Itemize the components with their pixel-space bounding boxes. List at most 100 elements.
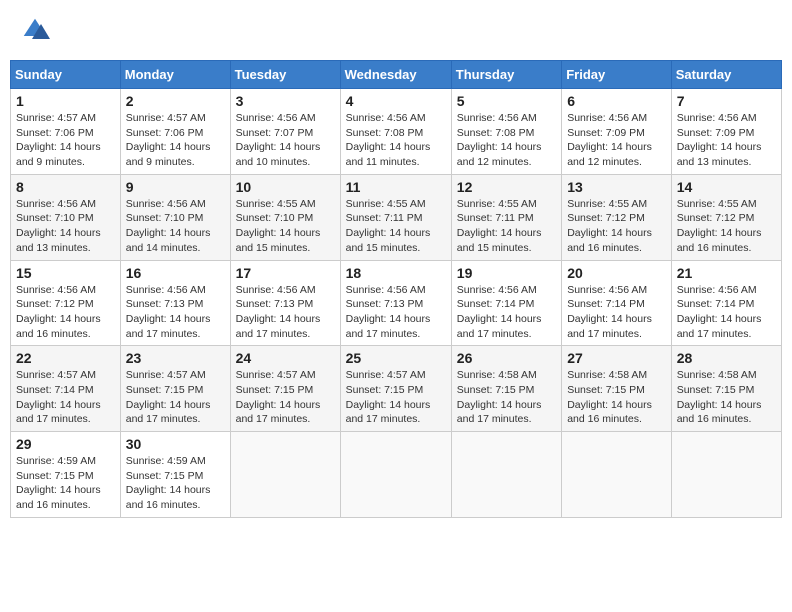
day-info: Sunrise: 4:55 AM Sunset: 7:11 PM Dayligh…: [346, 197, 446, 256]
header-saturday: Saturday: [671, 61, 781, 89]
day-info: Sunrise: 4:57 AM Sunset: 7:06 PM Dayligh…: [126, 111, 225, 170]
day-number: 2: [126, 93, 225, 109]
logo-icon: [20, 15, 50, 45]
header-tuesday: Tuesday: [230, 61, 340, 89]
calendar-cell: 2 Sunrise: 4:57 AM Sunset: 7:06 PM Dayli…: [120, 89, 230, 175]
day-number: 20: [567, 265, 666, 281]
day-info: Sunrise: 4:58 AM Sunset: 7:15 PM Dayligh…: [457, 368, 556, 427]
day-info: Sunrise: 4:55 AM Sunset: 7:12 PM Dayligh…: [677, 197, 776, 256]
day-number: 3: [236, 93, 335, 109]
calendar-cell: [562, 432, 672, 518]
header-sunday: Sunday: [11, 61, 121, 89]
calendar-cell: 26 Sunrise: 4:58 AM Sunset: 7:15 PM Dayl…: [451, 346, 561, 432]
day-info: Sunrise: 4:56 AM Sunset: 7:09 PM Dayligh…: [567, 111, 666, 170]
day-info: Sunrise: 4:59 AM Sunset: 7:15 PM Dayligh…: [126, 454, 225, 513]
calendar-cell: 5 Sunrise: 4:56 AM Sunset: 7:08 PM Dayli…: [451, 89, 561, 175]
day-info: Sunrise: 4:58 AM Sunset: 7:15 PM Dayligh…: [567, 368, 666, 427]
calendar-cell: 23 Sunrise: 4:57 AM Sunset: 7:15 PM Dayl…: [120, 346, 230, 432]
calendar-cell: 13 Sunrise: 4:55 AM Sunset: 7:12 PM Dayl…: [562, 174, 672, 260]
calendar-week-row: 1 Sunrise: 4:57 AM Sunset: 7:06 PM Dayli…: [11, 89, 782, 175]
calendar-week-row: 29 Sunrise: 4:59 AM Sunset: 7:15 PM Dayl…: [11, 432, 782, 518]
calendar-cell: 15 Sunrise: 4:56 AM Sunset: 7:12 PM Dayl…: [11, 260, 121, 346]
day-number: 8: [16, 179, 115, 195]
day-info: Sunrise: 4:55 AM Sunset: 7:12 PM Dayligh…: [567, 197, 666, 256]
day-number: 27: [567, 350, 666, 366]
calendar-cell: 18 Sunrise: 4:56 AM Sunset: 7:13 PM Dayl…: [340, 260, 451, 346]
day-info: Sunrise: 4:56 AM Sunset: 7:13 PM Dayligh…: [126, 283, 225, 342]
day-number: 10: [236, 179, 335, 195]
calendar-cell: 16 Sunrise: 4:56 AM Sunset: 7:13 PM Dayl…: [120, 260, 230, 346]
day-info: Sunrise: 4:56 AM Sunset: 7:14 PM Dayligh…: [677, 283, 776, 342]
day-number: 4: [346, 93, 446, 109]
calendar-cell: 22 Sunrise: 4:57 AM Sunset: 7:14 PM Dayl…: [11, 346, 121, 432]
day-info: Sunrise: 4:58 AM Sunset: 7:15 PM Dayligh…: [677, 368, 776, 427]
day-info: Sunrise: 4:55 AM Sunset: 7:11 PM Dayligh…: [457, 197, 556, 256]
day-number: 9: [126, 179, 225, 195]
day-number: 18: [346, 265, 446, 281]
calendar-cell: 29 Sunrise: 4:59 AM Sunset: 7:15 PM Dayl…: [11, 432, 121, 518]
day-number: 5: [457, 93, 556, 109]
calendar-cell: 20 Sunrise: 4:56 AM Sunset: 7:14 PM Dayl…: [562, 260, 672, 346]
calendar-week-row: 15 Sunrise: 4:56 AM Sunset: 7:12 PM Dayl…: [11, 260, 782, 346]
calendar-cell: 17 Sunrise: 4:56 AM Sunset: 7:13 PM Dayl…: [230, 260, 340, 346]
logo: [20, 15, 54, 45]
header-friday: Friday: [562, 61, 672, 89]
header-monday: Monday: [120, 61, 230, 89]
day-info: Sunrise: 4:56 AM Sunset: 7:09 PM Dayligh…: [677, 111, 776, 170]
header-wednesday: Wednesday: [340, 61, 451, 89]
calendar-cell: 12 Sunrise: 4:55 AM Sunset: 7:11 PM Dayl…: [451, 174, 561, 260]
day-number: 29: [16, 436, 115, 452]
day-number: 28: [677, 350, 776, 366]
day-number: 23: [126, 350, 225, 366]
calendar-cell: 28 Sunrise: 4:58 AM Sunset: 7:15 PM Dayl…: [671, 346, 781, 432]
day-info: Sunrise: 4:56 AM Sunset: 7:07 PM Dayligh…: [236, 111, 335, 170]
calendar-cell: 19 Sunrise: 4:56 AM Sunset: 7:14 PM Dayl…: [451, 260, 561, 346]
calendar-cell: 30 Sunrise: 4:59 AM Sunset: 7:15 PM Dayl…: [120, 432, 230, 518]
calendar-cell: [340, 432, 451, 518]
calendar-cell: 10 Sunrise: 4:55 AM Sunset: 7:10 PM Dayl…: [230, 174, 340, 260]
calendar-week-row: 8 Sunrise: 4:56 AM Sunset: 7:10 PM Dayli…: [11, 174, 782, 260]
day-info: Sunrise: 4:57 AM Sunset: 7:15 PM Dayligh…: [236, 368, 335, 427]
day-info: Sunrise: 4:57 AM Sunset: 7:14 PM Dayligh…: [16, 368, 115, 427]
calendar-cell: 11 Sunrise: 4:55 AM Sunset: 7:11 PM Dayl…: [340, 174, 451, 260]
day-info: Sunrise: 4:56 AM Sunset: 7:08 PM Dayligh…: [457, 111, 556, 170]
day-number: 22: [16, 350, 115, 366]
day-number: 25: [346, 350, 446, 366]
calendar-cell: 24 Sunrise: 4:57 AM Sunset: 7:15 PM Dayl…: [230, 346, 340, 432]
calendar-cell: 14 Sunrise: 4:55 AM Sunset: 7:12 PM Dayl…: [671, 174, 781, 260]
calendar-week-row: 22 Sunrise: 4:57 AM Sunset: 7:14 PM Dayl…: [11, 346, 782, 432]
day-number: 12: [457, 179, 556, 195]
calendar-cell: 25 Sunrise: 4:57 AM Sunset: 7:15 PM Dayl…: [340, 346, 451, 432]
day-number: 14: [677, 179, 776, 195]
calendar-header-row: SundayMondayTuesdayWednesdayThursdayFrid…: [11, 61, 782, 89]
day-number: 15: [16, 265, 115, 281]
day-number: 17: [236, 265, 335, 281]
calendar-cell: [671, 432, 781, 518]
day-number: 11: [346, 179, 446, 195]
day-number: 16: [126, 265, 225, 281]
day-info: Sunrise: 4:55 AM Sunset: 7:10 PM Dayligh…: [236, 197, 335, 256]
calendar-table: SundayMondayTuesdayWednesdayThursdayFrid…: [10, 60, 782, 518]
calendar-cell: 1 Sunrise: 4:57 AM Sunset: 7:06 PM Dayli…: [11, 89, 121, 175]
day-info: Sunrise: 4:57 AM Sunset: 7:15 PM Dayligh…: [126, 368, 225, 427]
day-number: 24: [236, 350, 335, 366]
calendar-cell: [451, 432, 561, 518]
day-number: 30: [126, 436, 225, 452]
calendar-cell: 6 Sunrise: 4:56 AM Sunset: 7:09 PM Dayli…: [562, 89, 672, 175]
day-info: Sunrise: 4:56 AM Sunset: 7:12 PM Dayligh…: [16, 283, 115, 342]
day-number: 21: [677, 265, 776, 281]
calendar-cell: 21 Sunrise: 4:56 AM Sunset: 7:14 PM Dayl…: [671, 260, 781, 346]
day-info: Sunrise: 4:56 AM Sunset: 7:14 PM Dayligh…: [457, 283, 556, 342]
page-header: [10, 10, 782, 50]
day-info: Sunrise: 4:56 AM Sunset: 7:08 PM Dayligh…: [346, 111, 446, 170]
calendar-cell: 27 Sunrise: 4:58 AM Sunset: 7:15 PM Dayl…: [562, 346, 672, 432]
day-number: 7: [677, 93, 776, 109]
day-info: Sunrise: 4:57 AM Sunset: 7:06 PM Dayligh…: [16, 111, 115, 170]
day-number: 19: [457, 265, 556, 281]
calendar-cell: 7 Sunrise: 4:56 AM Sunset: 7:09 PM Dayli…: [671, 89, 781, 175]
day-number: 13: [567, 179, 666, 195]
calendar-cell: 4 Sunrise: 4:56 AM Sunset: 7:08 PM Dayli…: [340, 89, 451, 175]
day-info: Sunrise: 4:56 AM Sunset: 7:13 PM Dayligh…: [236, 283, 335, 342]
day-info: Sunrise: 4:56 AM Sunset: 7:10 PM Dayligh…: [16, 197, 115, 256]
day-number: 1: [16, 93, 115, 109]
